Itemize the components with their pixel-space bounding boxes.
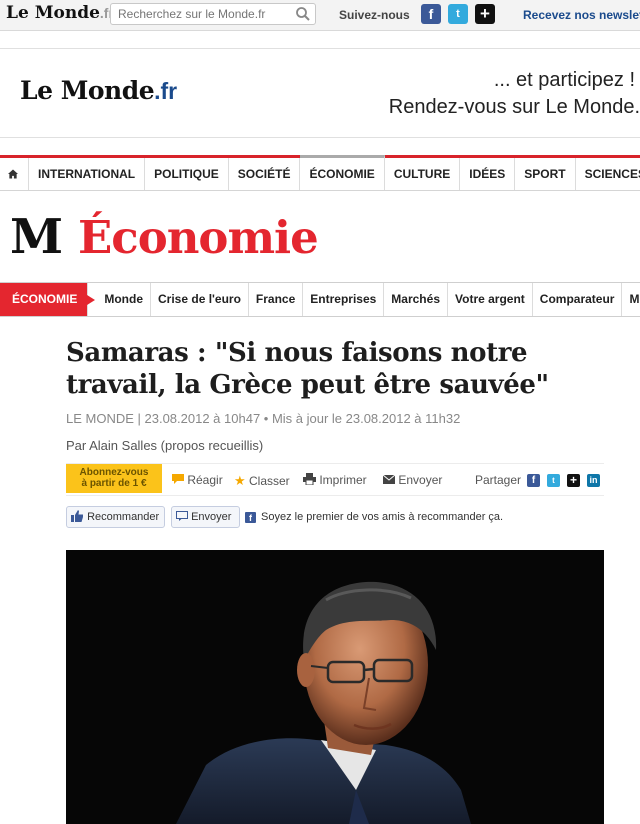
facebook-small-icon: f — [245, 512, 256, 523]
section-nav: ÉCONOMIE Monde Crise de l'euro France En… — [0, 282, 640, 317]
subnav-item-crise-euro[interactable]: Crise de l'euro — [151, 283, 249, 316]
email-label: Envoyer — [398, 473, 443, 487]
subnav-item-economie[interactable]: ÉCONOMIE — [0, 283, 96, 316]
banner-logo-text: Le Monde — [20, 76, 155, 105]
subnav-item-entreprises[interactable]: Entreprises — [303, 283, 385, 316]
banner-logo-suffix: .fr — [154, 78, 178, 104]
portrait-illustration — [66, 550, 604, 824]
main-nav: INTERNATIONAL POLITIQUE SOCIÉTÉ ÉCONOMIE… — [0, 155, 640, 191]
print-label: Imprimer — [319, 473, 367, 487]
article-headline: Samaras : "Si nous faisons notre travail… — [66, 338, 549, 400]
facebook-send-button[interactable]: Envoyer — [171, 506, 240, 528]
plus-share-icon[interactable]: + — [567, 474, 580, 487]
follow-label: Suivez-nous — [339, 8, 410, 22]
share-label: Partager — [475, 473, 522, 487]
top-bar: Le Monde.fr Suivez-nous f t + Recevez no… — [0, 0, 640, 31]
send-icon — [176, 511, 188, 521]
search-icon[interactable] — [295, 6, 311, 22]
recommend-note: f Soyez le premier de vos amis à recomman… — [245, 511, 503, 523]
search-input[interactable] — [111, 4, 288, 24]
nav-item-idees[interactable]: IDÉES — [460, 158, 516, 190]
nav-item-politique[interactable]: POLITIQUE — [145, 158, 229, 190]
banner-logo: Le Monde.fr — [20, 76, 177, 105]
article-byline: Par Alain Salles (propos recueillis) — [66, 438, 264, 453]
subnav-item-monde[interactable]: Monde — [88, 283, 152, 316]
section-logo-mark: M — [10, 209, 64, 265]
plus-icon[interactable]: + — [475, 4, 495, 24]
nav-item-culture[interactable]: CULTURE — [385, 158, 461, 190]
subnav-item-votre-argent[interactable]: Votre argent — [448, 283, 533, 316]
linkedin-share-icon[interactable]: in — [587, 474, 600, 487]
site-logo-text: Le Monde — [6, 3, 100, 23]
facebook-share-icon[interactable]: f — [527, 474, 540, 487]
star-icon: ★ — [234, 473, 246, 488]
banner-line-2: Rendez-vous sur Le Monde. — [388, 96, 640, 118]
home-icon[interactable] — [0, 158, 29, 190]
nav-item-sport[interactable]: SPORT — [515, 158, 576, 190]
save-button[interactable]: ★ Classer — [234, 473, 290, 489]
site-logo[interactable]: Le Monde.fr — [6, 3, 114, 23]
send-label: Envoyer — [191, 511, 232, 523]
nav-item-sciences[interactable]: SCIENCES — [576, 158, 640, 190]
thumbs-up-icon — [71, 510, 83, 522]
article-toolbar: Abonnez-vous à partir de 1 € Réagir ★ Cl… — [66, 463, 604, 496]
subscribe-line-1: Abonnez-vous — [79, 467, 149, 478]
react-label: Réagir — [187, 473, 223, 487]
facebook-icon[interactable]: f — [421, 4, 441, 24]
printer-icon — [303, 473, 316, 486]
print-button[interactable]: Imprimer — [303, 473, 367, 487]
facebook-recommend-button[interactable]: Recommander — [66, 506, 165, 528]
promo-banner[interactable]: Le Monde.fr ... et participez ! Rendez-v… — [0, 48, 640, 138]
twitter-share-icon[interactable]: t — [547, 474, 560, 487]
react-button[interactable]: Réagir — [172, 473, 223, 487]
banner-line-1: ... et participez ! — [493, 69, 635, 91]
recommend-label: Recommander — [87, 511, 160, 523]
subscribe-line-2: à partir de 1 € — [81, 478, 147, 489]
email-button[interactable]: Envoyer — [382, 473, 443, 487]
comment-icon — [172, 474, 184, 484]
nav-item-international[interactable]: INTERNATIONAL — [29, 158, 146, 190]
envelope-icon — [382, 474, 396, 484]
search-box — [110, 3, 316, 25]
subnav-item-more[interactable]: M — [622, 283, 640, 316]
article-meta: LE MONDE | 23.08.2012 à 10h47 • Mis à jo… — [66, 411, 461, 426]
subscribe-button[interactable]: Abonnez-vous à partir de 1 € — [66, 464, 162, 493]
subnav-item-marches[interactable]: Marchés — [384, 283, 448, 316]
section-title[interactable]: Économie — [78, 210, 319, 266]
save-label: Classer — [249, 474, 290, 488]
recommend-note-text: Soyez le premier de vos amis à recommand… — [261, 511, 504, 523]
twitter-icon[interactable]: t — [448, 4, 468, 24]
article-photo — [66, 550, 604, 824]
newsletter-link[interactable]: Recevez nos newsletters — [523, 8, 640, 22]
nav-item-societe[interactable]: SOCIÉTÉ — [229, 158, 301, 190]
subnav-item-comparateur[interactable]: Comparateur — [533, 283, 623, 316]
subnav-item-france[interactable]: France — [249, 283, 304, 316]
nav-item-economie[interactable]: ÉCONOMIE — [300, 155, 385, 190]
